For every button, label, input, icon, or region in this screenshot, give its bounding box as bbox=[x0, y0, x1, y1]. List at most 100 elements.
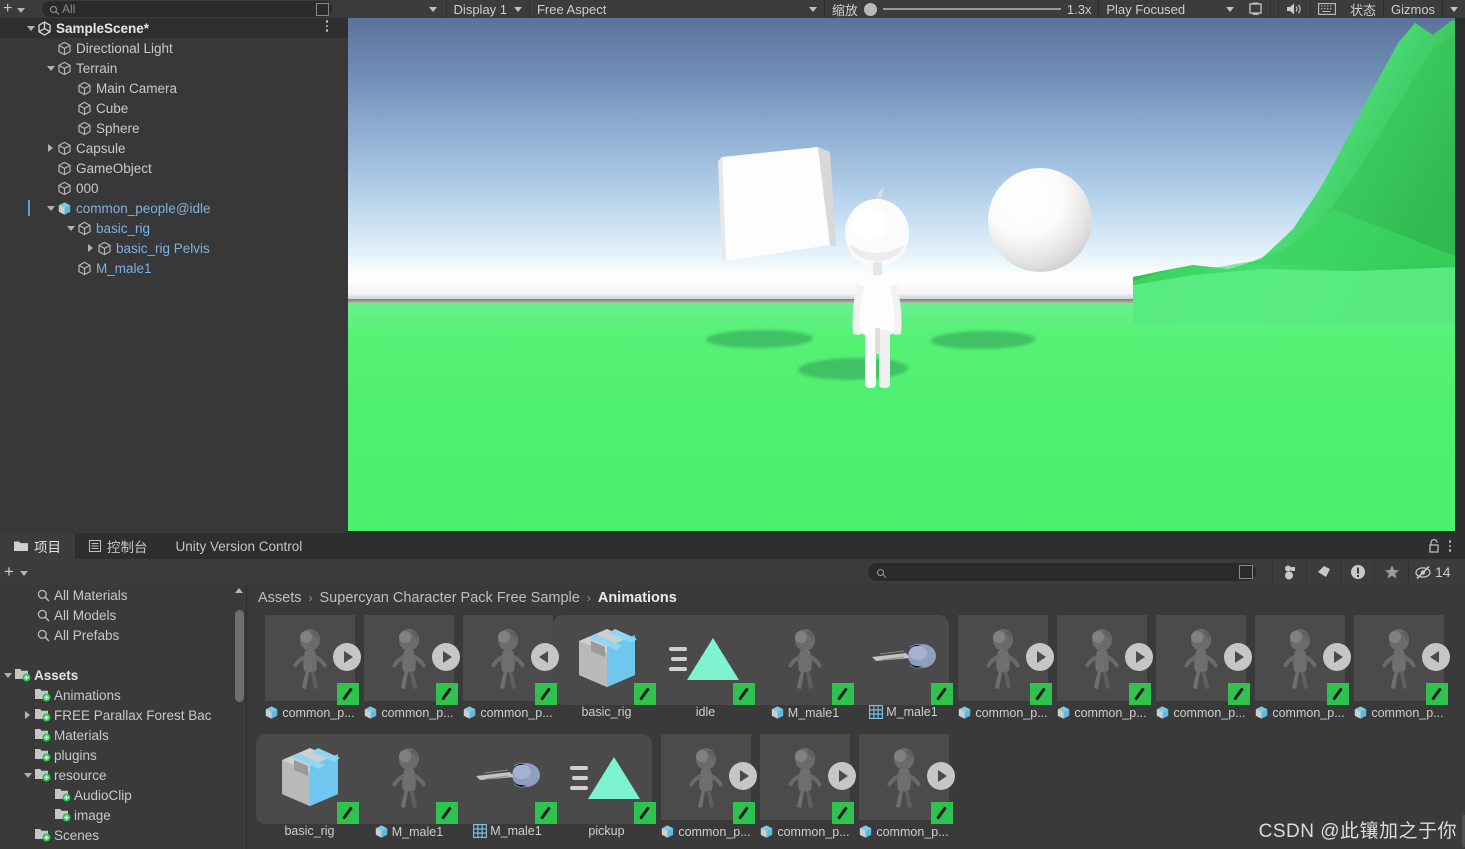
collapse-twisty-icon[interactable] bbox=[23, 772, 32, 778]
project-add-button[interactable]: + bbox=[0, 563, 28, 580]
asset-thumbnail[interactable] bbox=[1254, 615, 1351, 705]
asset-item[interactable]: M_male1 bbox=[854, 615, 953, 729]
twisty[interactable] bbox=[45, 58, 56, 78]
collapse-twisty-icon[interactable] bbox=[66, 225, 75, 231]
preview-play-button[interactable] bbox=[1223, 643, 1252, 671]
asset-thumbnail[interactable] bbox=[562, 734, 656, 824]
stats-button[interactable]: 状态 bbox=[1343, 0, 1383, 18]
warning-filter-button[interactable] bbox=[1341, 559, 1374, 585]
twisty[interactable] bbox=[41, 785, 54, 805]
asset-item[interactable]: common_p... bbox=[458, 615, 559, 729]
asset-item[interactable]: basic_rig bbox=[557, 615, 656, 729]
asset-item[interactable]: M_male1 bbox=[458, 734, 557, 848]
preview-play-button[interactable] bbox=[926, 762, 955, 790]
asset-item[interactable]: common_p... bbox=[359, 615, 460, 729]
asset-thumbnail[interactable] bbox=[759, 734, 856, 824]
project-tree-item-animations[interactable]: Animations bbox=[0, 685, 232, 705]
asset-thumbnail[interactable] bbox=[462, 615, 559, 705]
twisty[interactable] bbox=[65, 258, 76, 278]
asset-item[interactable]: M_male1 bbox=[755, 615, 854, 729]
project-tree-item-assets[interactable]: Assets bbox=[0, 665, 232, 685]
breadcrumb-root[interactable]: Assets bbox=[258, 590, 302, 606]
asset-thumbnail[interactable] bbox=[463, 734, 557, 824]
preview-play-button[interactable] bbox=[431, 643, 460, 671]
preview-play-button[interactable] bbox=[1322, 643, 1351, 671]
asset-thumbnail[interactable] bbox=[1155, 615, 1252, 705]
asset-thumbnail[interactable] bbox=[859, 615, 953, 705]
asset-item[interactable]: common_p... bbox=[1250, 615, 1351, 729]
twisty[interactable] bbox=[21, 705, 34, 725]
asset-item[interactable]: common_p... bbox=[260, 615, 361, 729]
scrollbar-thumb[interactable] bbox=[234, 610, 244, 702]
game-view-mode-caret-icon[interactable] bbox=[429, 6, 438, 12]
asset-item[interactable]: common_p... bbox=[656, 734, 757, 848]
asset-thumbnail[interactable] bbox=[957, 615, 1054, 705]
project-tree-item-audioclip[interactable]: AudioClip bbox=[0, 785, 232, 805]
hierarchy-row-common-people-idle[interactable]: common_people@idle bbox=[0, 198, 348, 218]
hierarchy-row-basic-rig[interactable]: basic_rig bbox=[0, 218, 348, 238]
twisty[interactable] bbox=[65, 218, 76, 238]
expand-twisty-icon[interactable] bbox=[88, 244, 93, 252]
expand-twisty-icon[interactable] bbox=[25, 711, 30, 719]
collapse-twisty-icon[interactable] bbox=[46, 205, 55, 211]
scroll-up-arrow-icon[interactable] bbox=[235, 588, 243, 593]
preview-play-button[interactable] bbox=[728, 762, 757, 790]
project-tree-item-free-parallax-forest-bac[interactable]: FREE Parallax Forest Bac bbox=[0, 705, 232, 725]
asset-thumbnail[interactable] bbox=[364, 734, 458, 824]
asset-thumbnail[interactable] bbox=[1056, 615, 1153, 705]
asset-thumbnail[interactable] bbox=[363, 615, 460, 705]
project-tree-item-all-models[interactable]: All Models bbox=[0, 605, 232, 625]
project-tree-item-resource[interactable]: resource bbox=[0, 765, 232, 785]
asset-thumbnail[interactable] bbox=[660, 734, 757, 824]
grid-button[interactable] bbox=[1311, 0, 1343, 18]
tab-console[interactable]: 控制台 bbox=[75, 533, 162, 559]
gizmos-dropdown[interactable]: Gizmos bbox=[1384, 0, 1442, 18]
twisty[interactable] bbox=[21, 825, 34, 845]
twisty[interactable] bbox=[21, 765, 34, 785]
zoom-slider-track[interactable] bbox=[882, 8, 1061, 10]
twisty[interactable] bbox=[21, 625, 34, 645]
asset-item[interactable]: M_male1 bbox=[359, 734, 458, 848]
twisty[interactable] bbox=[65, 78, 76, 98]
twisty[interactable] bbox=[65, 118, 76, 138]
twisty[interactable] bbox=[41, 805, 54, 825]
preview-play-button[interactable] bbox=[827, 762, 856, 790]
search-expand-icon[interactable] bbox=[1239, 565, 1253, 579]
hierarchy-row-cube[interactable]: Cube bbox=[0, 98, 348, 118]
asset-item[interactable]: common_p... bbox=[1052, 615, 1153, 729]
asset-item[interactable]: common_p... bbox=[854, 734, 955, 848]
twisty[interactable] bbox=[21, 585, 34, 605]
asset-thumbnail[interactable] bbox=[264, 615, 361, 705]
preview-play-button[interactable] bbox=[332, 643, 361, 671]
gizmos-caret[interactable] bbox=[1443, 0, 1465, 18]
hierarchy-row-000[interactable]: 000 bbox=[0, 178, 348, 198]
project-search-input[interactable] bbox=[868, 563, 1256, 581]
hierarchy-kebab-menu[interactable] bbox=[320, 19, 334, 33]
display-dropdown[interactable]: Display 1 bbox=[447, 0, 529, 18]
hierarchy-panel[interactable]: SampleScene* Directional Light Terrain Main… bbox=[0, 18, 348, 533]
collapse-twisty-icon[interactable] bbox=[46, 65, 55, 71]
project-tree-item-materials[interactable]: Materials bbox=[0, 725, 232, 745]
game-view[interactable] bbox=[348, 18, 1465, 533]
twisty[interactable] bbox=[45, 178, 56, 198]
twisty[interactable] bbox=[21, 845, 34, 849]
zoom-slider-group[interactable]: 缩放 1.3x bbox=[825, 0, 1099, 18]
twisty[interactable] bbox=[45, 198, 56, 218]
hierarchy-row-terrain[interactable]: Terrain bbox=[0, 58, 348, 78]
preview-play-button[interactable] bbox=[1421, 643, 1450, 671]
mute-audio-button[interactable] bbox=[1279, 0, 1310, 18]
expand-twisty-icon[interactable] bbox=[48, 144, 53, 152]
twisty[interactable] bbox=[45, 158, 56, 178]
asset-item[interactable]: common_p... bbox=[1151, 615, 1252, 729]
twisty[interactable] bbox=[65, 98, 76, 118]
collapse-twisty-icon[interactable] bbox=[3, 672, 12, 678]
asset-item[interactable]: basic_rig bbox=[260, 734, 359, 848]
twisty[interactable] bbox=[85, 238, 96, 258]
label-filter-button[interactable] bbox=[1307, 559, 1340, 585]
project-tree-item-all-prefabs[interactable]: All Prefabs bbox=[0, 625, 232, 645]
tab-project[interactable]: 项目 bbox=[0, 533, 75, 559]
asset-thumbnail[interactable] bbox=[562, 615, 656, 705]
twisty[interactable] bbox=[21, 685, 34, 705]
hierarchy-row-basic-rig-pelvis[interactable]: basic_rig Pelvis bbox=[0, 238, 348, 258]
asset-grid[interactable]: common_p... common_p... common_p... basi… bbox=[247, 611, 1465, 849]
